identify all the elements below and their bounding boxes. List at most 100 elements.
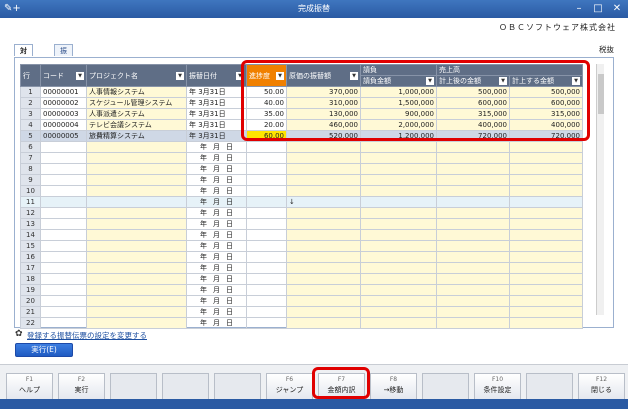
empty-cell[interactable] [509, 152, 583, 164]
header-transfer-date[interactable]: 振替日付 ▼ [186, 64, 247, 87]
table-row[interactable]: 6 年月日 [20, 141, 583, 153]
empty-cell[interactable] [436, 306, 510, 318]
fkey-f1-button[interactable]: F1 ヘルプ [6, 373, 53, 401]
empty-cell[interactable] [286, 163, 361, 175]
contract-amount-cell[interactable]: 1,200,000 [360, 130, 437, 142]
empty-cell[interactable] [436, 284, 510, 296]
empty-cell[interactable] [286, 229, 361, 241]
sales-posted-cell[interactable]: 400,000 [436, 119, 510, 131]
table-row[interactable]: 20 年月日 [20, 295, 583, 307]
empty-cell[interactable] [86, 295, 187, 307]
empty-cell[interactable] [86, 196, 187, 208]
empty-cell[interactable] [40, 240, 87, 252]
fkey-f7-button[interactable]: F7 金額内訳 [318, 373, 365, 401]
transfer-date-cell[interactable]: 年月日 [186, 284, 247, 296]
empty-cell[interactable] [360, 218, 437, 230]
transfer-date-cell[interactable]: 年月日 [186, 207, 247, 219]
transfer-date-cell[interactable]: 年月日 [186, 218, 247, 230]
table-row[interactable]: 1 00000001 人事情報システム年 3月31日 50.00 370,000 1,00… [20, 86, 583, 98]
header-progress[interactable]: 進捗度 ▼ [246, 64, 287, 87]
empty-cell[interactable] [40, 185, 87, 197]
sales-to-post-cell[interactable]: 720,000 [509, 130, 583, 142]
header-project-name[interactable]: プロジェクト名 ▼ [86, 64, 187, 87]
empty-cell[interactable] [286, 273, 361, 285]
table-row[interactable]: 5 00000005 旅費精算システム年 3月31日 60.00 520,000 1,20… [20, 130, 583, 142]
cost-transfer-cell[interactable]: 460,000 [286, 119, 361, 131]
transfer-date-cell[interactable]: 年月日 [186, 273, 247, 285]
transfer-date-cell[interactable]: 年月日 [186, 141, 247, 153]
empty-cell[interactable] [86, 218, 187, 230]
empty-cell[interactable] [286, 306, 361, 318]
empty-cell[interactable] [286, 284, 361, 296]
empty-cell[interactable] [509, 163, 583, 175]
empty-cell[interactable] [86, 229, 187, 241]
empty-cell[interactable] [86, 185, 187, 197]
empty-cell[interactable] [40, 218, 87, 230]
code-cell[interactable]: 00000004 [40, 119, 87, 131]
transfer-date-cell[interactable]: 年 3月31日 [186, 97, 247, 109]
empty-cell[interactable] [246, 185, 287, 197]
empty-cell[interactable] [509, 196, 583, 208]
empty-cell[interactable] [436, 229, 510, 241]
filter-dropdown-icon[interactable]: ▼ [499, 77, 507, 85]
sales-posted-cell[interactable]: 315,000 [436, 108, 510, 120]
empty-cell[interactable] [40, 152, 87, 164]
scrollbar-thumb[interactable] [598, 74, 604, 114]
transfer-date-cell[interactable]: 年 3月31日 [186, 130, 247, 142]
empty-cell[interactable] [286, 251, 361, 263]
empty-cell[interactable] [509, 262, 583, 274]
empty-cell[interactable] [246, 229, 287, 241]
empty-cell[interactable]: ↓ [286, 196, 361, 208]
contract-amount-cell[interactable]: 2,000,000 [360, 119, 437, 131]
empty-cell[interactable] [246, 196, 287, 208]
empty-cell[interactable] [246, 207, 287, 219]
sales-to-post-cell[interactable]: 500,000 [509, 86, 583, 98]
sales-posted-cell[interactable]: 720,000 [436, 130, 510, 142]
project-name-cell[interactable]: テレビ会議システム [86, 119, 187, 131]
row-number-cell[interactable]: 5 [20, 130, 41, 142]
empty-cell[interactable] [436, 196, 510, 208]
empty-cell[interactable] [436, 273, 510, 285]
filter-dropdown-icon[interactable]: ▼ [276, 71, 284, 80]
progress-cell[interactable]: 60.00 [246, 130, 287, 142]
table-row[interactable]: 18 年月日 [20, 273, 583, 285]
empty-cell[interactable] [509, 174, 583, 186]
filter-dropdown-icon[interactable]: ▼ [176, 71, 184, 80]
header-sales-to-post[interactable]: 計上する金額 ▼ [509, 75, 583, 87]
transfer-date-cell[interactable]: 年月日 [186, 174, 247, 186]
empty-cell[interactable] [360, 229, 437, 241]
table-row[interactable]: 15 年月日 [20, 240, 583, 252]
contract-amount-cell[interactable]: 1,000,000 [360, 86, 437, 98]
transfer-date-cell[interactable]: 年月日 [186, 251, 247, 263]
empty-cell[interactable] [86, 141, 187, 153]
empty-cell[interactable] [509, 284, 583, 296]
sales-to-post-cell[interactable]: 315,000 [509, 108, 583, 120]
row-number-cell[interactable]: 4 [20, 119, 41, 131]
contract-amount-cell[interactable]: 900,000 [360, 108, 437, 120]
empty-cell[interactable] [86, 163, 187, 175]
filter-dropdown-icon[interactable]: ▼ [350, 71, 358, 80]
empty-cell[interactable] [436, 317, 510, 329]
empty-cell[interactable] [246, 295, 287, 307]
empty-cell[interactable] [286, 174, 361, 186]
empty-cell[interactable] [286, 185, 361, 197]
empty-cell[interactable] [360, 207, 437, 219]
empty-cell[interactable] [286, 295, 361, 307]
fkey-f12-button[interactable]: F12 閉じる [578, 373, 625, 401]
transfer-date-cell[interactable]: 年月日 [186, 185, 247, 197]
empty-cell[interactable] [246, 240, 287, 252]
empty-cell[interactable] [246, 174, 287, 186]
empty-cell[interactable] [509, 251, 583, 263]
empty-cell[interactable] [360, 152, 437, 164]
empty-cell[interactable] [436, 240, 510, 252]
transfer-date-cell[interactable]: 年月日 [186, 295, 247, 307]
empty-cell[interactable] [86, 262, 187, 274]
table-row[interactable]: 22 年月日 [20, 317, 583, 329]
empty-cell[interactable] [40, 317, 87, 329]
voucher-settings-link[interactable]: 登録する振替伝票の設定を変更する [27, 330, 147, 341]
project-name-cell[interactable]: 旅費精算システム [86, 130, 187, 142]
empty-cell[interactable] [360, 273, 437, 285]
empty-cell[interactable] [436, 185, 510, 197]
empty-cell[interactable] [86, 251, 187, 263]
empty-cell[interactable] [436, 163, 510, 175]
